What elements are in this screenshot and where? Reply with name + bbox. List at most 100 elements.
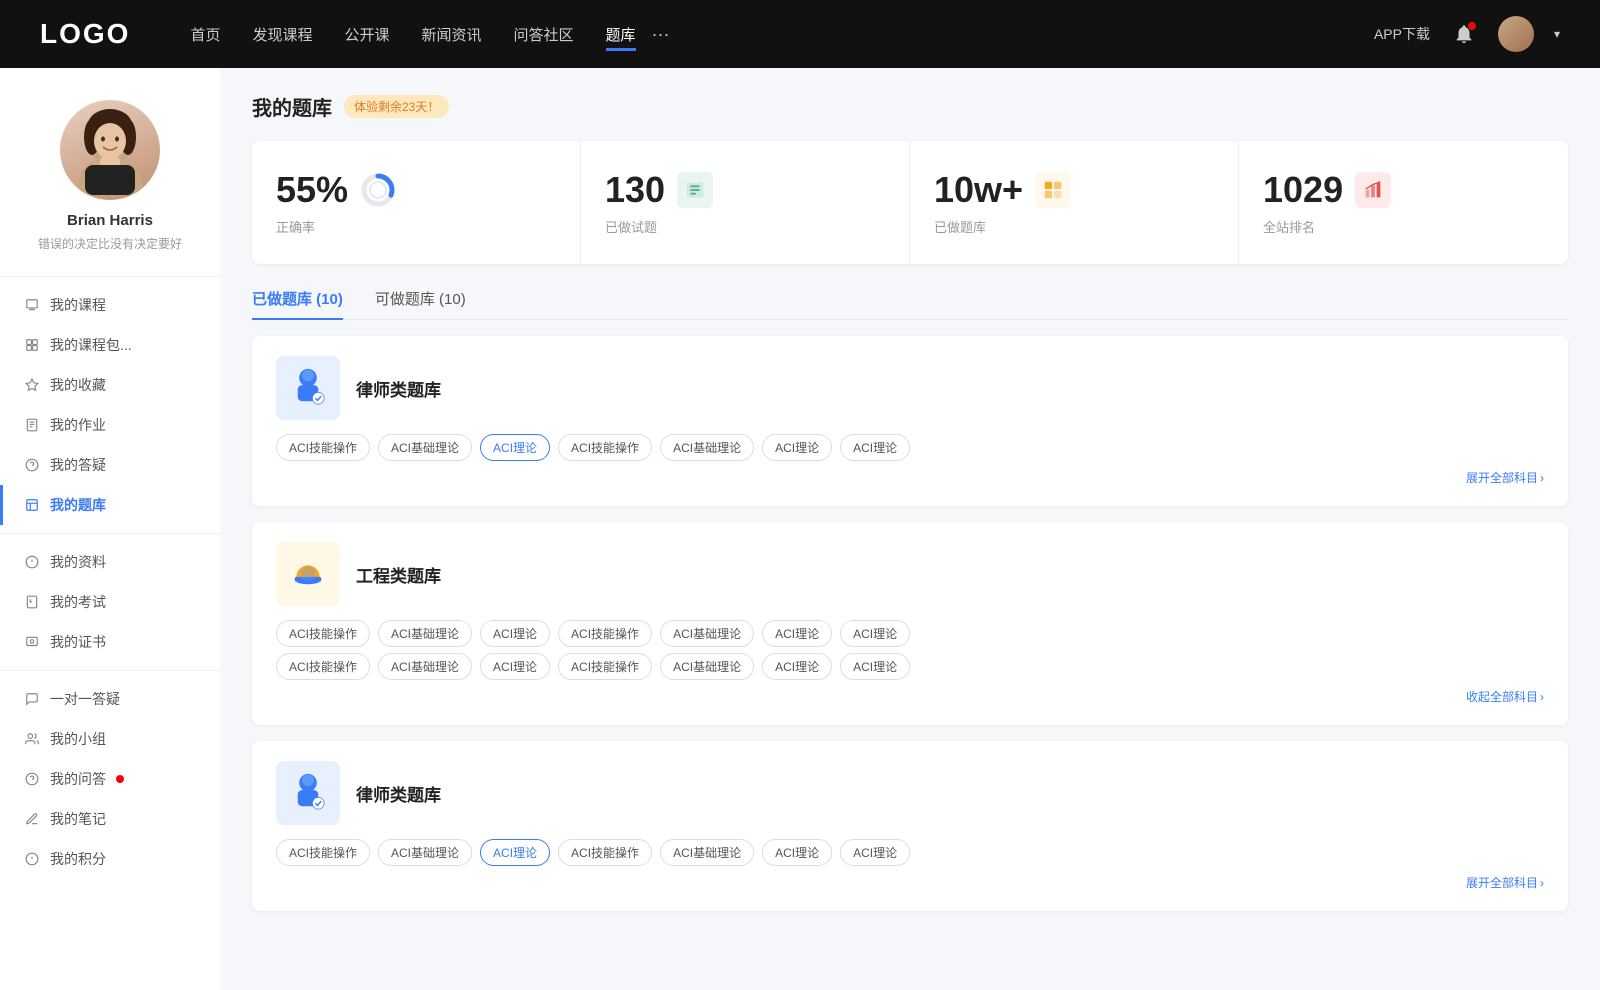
- sidebar-username: Brian Harris: [67, 212, 153, 229]
- chart-icon: [1355, 172, 1391, 208]
- sidebar-item-oneone[interactable]: 一对一答疑: [0, 679, 220, 719]
- sidebar-label: 我的积分: [50, 849, 106, 869]
- tag-item[interactable]: ACI理论: [840, 653, 910, 680]
- tag-item[interactable]: ACI理论: [762, 839, 832, 866]
- tag-item[interactable]: ACI技能操作: [558, 620, 652, 647]
- notification-bell[interactable]: [1450, 20, 1478, 48]
- group-icon: [24, 731, 40, 747]
- tag-item[interactable]: ACI技能操作: [558, 434, 652, 461]
- tag-item[interactable]: ACI基础理论: [378, 839, 472, 866]
- sidebar-item-favorites[interactable]: 我的收藏: [0, 365, 220, 405]
- stat-done-value: 130: [605, 169, 665, 211]
- notification-dot: [1468, 22, 1476, 30]
- tag-item[interactable]: ACI技能操作: [276, 434, 370, 461]
- expand-link-lawyer[interactable]: 展开全部科目 ›: [276, 469, 1544, 486]
- bank-icon: [24, 497, 40, 513]
- sidebar-item-points[interactable]: 我的积分: [0, 839, 220, 879]
- qna-icon: [24, 771, 40, 787]
- data-icon: [24, 554, 40, 570]
- tag-item[interactable]: ACI理论: [480, 653, 550, 680]
- stat-rank-label: 全站排名: [1263, 217, 1544, 236]
- nav-item-news[interactable]: 新闻资讯: [422, 24, 482, 45]
- stat-banks-top: 10w+: [934, 169, 1214, 211]
- lawyer2-icon: [286, 771, 330, 815]
- tabs-row: 已做题库 (10) 可做题库 (10): [252, 288, 1568, 320]
- sidebar-item-notes[interactable]: 我的笔记: [0, 799, 220, 839]
- sidebar-label: 我的收藏: [50, 375, 106, 395]
- nav-item-qa[interactable]: 问答社区: [514, 24, 574, 45]
- sidebar-item-package[interactable]: 我的课程包...: [0, 325, 220, 365]
- note-icon: [24, 811, 40, 827]
- tag-item[interactable]: ACI基础理论: [378, 434, 472, 461]
- tag-item[interactable]: ACI基础理论: [660, 653, 754, 680]
- question-card-engineer: 工程类题库 ACI技能操作 ACI基础理论 ACI理论 ACI技能操作 ACI基…: [252, 522, 1568, 725]
- tag-item[interactable]: ACI理论: [762, 653, 832, 680]
- chevron-up-icon: ›: [1540, 690, 1544, 704]
- stat-accuracy-value: 55%: [276, 169, 348, 211]
- tag-item[interactable]: ACI理论: [840, 620, 910, 647]
- sidebar-item-homework[interactable]: 我的作业: [0, 405, 220, 445]
- tags-row-lawyer: ACI技能操作 ACI基础理论 ACI理论 ACI技能操作 ACI基础理论 AC…: [276, 434, 1544, 461]
- card-header: 工程类题库: [276, 542, 1544, 606]
- sidebar-item-course[interactable]: 我的课程: [0, 285, 220, 325]
- card-icon-lawyer: [276, 356, 340, 420]
- tab-available-banks[interactable]: 可做题库 (10): [375, 288, 466, 319]
- tag-item[interactable]: ACI基础理论: [378, 620, 472, 647]
- tag-item-active[interactable]: ACI理论: [480, 434, 550, 461]
- tag-item[interactable]: ACI技能操作: [276, 839, 370, 866]
- nav-item-home[interactable]: 首页: [190, 24, 220, 45]
- sidebar-label: 我的问答: [50, 769, 106, 789]
- stat-banks-label: 已做题库: [934, 217, 1214, 236]
- course-icon: [24, 297, 40, 313]
- sidebar-item-data[interactable]: 我的资料: [0, 542, 220, 582]
- nav-more[interactable]: ···: [652, 24, 670, 45]
- tag-item[interactable]: ACI技能操作: [558, 839, 652, 866]
- tag-item[interactable]: ACI理论: [762, 620, 832, 647]
- sidebar-item-cert[interactable]: 我的证书: [0, 622, 220, 662]
- nav-item-bank[interactable]: 题库: [606, 24, 636, 45]
- tab-done-banks[interactable]: 已做题库 (10): [252, 288, 343, 319]
- sidebar-item-bank[interactable]: 我的题库: [0, 485, 220, 525]
- tag-item[interactable]: ACI理论: [480, 620, 550, 647]
- cert-icon: [24, 634, 40, 650]
- sidebar-label: 我的题库: [50, 495, 106, 515]
- app-download-link[interactable]: APP下载: [1374, 24, 1430, 44]
- sidebar-motto: 错误的决定比没有决定要好: [38, 235, 182, 252]
- tag-item[interactable]: ACI基础理论: [378, 653, 472, 680]
- homework-icon: [24, 417, 40, 433]
- qa-icon: [24, 457, 40, 473]
- expand-link-lawyer2[interactable]: 展开全部科目 ›: [276, 874, 1544, 891]
- profile-avatar: [60, 100, 160, 200]
- chevron-down-icon[interactable]: ▾: [1554, 27, 1560, 41]
- tag-item[interactable]: ACI基础理论: [660, 620, 754, 647]
- sidebar-item-group[interactable]: 我的小组: [0, 719, 220, 759]
- one-one-icon: [24, 691, 40, 707]
- tag-item[interactable]: ACI技能操作: [276, 653, 370, 680]
- sidebar-profile: Brian Harris 错误的决定比没有决定要好: [22, 68, 198, 268]
- card-header: 律师类题库: [276, 356, 1544, 420]
- sidebar-label: 我的作业: [50, 415, 106, 435]
- tag-item[interactable]: ACI理论: [840, 434, 910, 461]
- nav-item-discover[interactable]: 发现课程: [252, 24, 312, 45]
- nav-item-open[interactable]: 公开课: [344, 24, 389, 45]
- tag-item[interactable]: ACI基础理论: [660, 839, 754, 866]
- sidebar-item-qna[interactable]: 我的问答: [0, 759, 220, 799]
- sidebar-divider-mid2: [0, 670, 220, 671]
- stat-accuracy: 55% 正确率: [252, 141, 581, 264]
- profile-avatar-image: [65, 105, 155, 195]
- tag-item-active[interactable]: ACI理论: [480, 839, 550, 866]
- tag-item[interactable]: ACI基础理论: [660, 434, 754, 461]
- tag-item[interactable]: ACI技能操作: [558, 653, 652, 680]
- nav-right: APP下载 ▾: [1374, 16, 1560, 52]
- points-icon: [24, 851, 40, 867]
- sidebar-item-qa[interactable]: 我的答疑: [0, 445, 220, 485]
- collapse-link-engineer[interactable]: 收起全部科目 ›: [276, 688, 1544, 705]
- stat-done-banks: 10w+ 已做题库: [910, 141, 1239, 264]
- sidebar-item-exam[interactable]: 我的考试: [0, 582, 220, 622]
- avatar[interactable]: [1498, 16, 1534, 52]
- tag-item[interactable]: ACI理论: [840, 839, 910, 866]
- sidebar-label: 我的答疑: [50, 455, 106, 475]
- tag-item[interactable]: ACI技能操作: [276, 620, 370, 647]
- trial-badge: 体验剩余23天！: [344, 95, 449, 118]
- tag-item[interactable]: ACI理论: [762, 434, 832, 461]
